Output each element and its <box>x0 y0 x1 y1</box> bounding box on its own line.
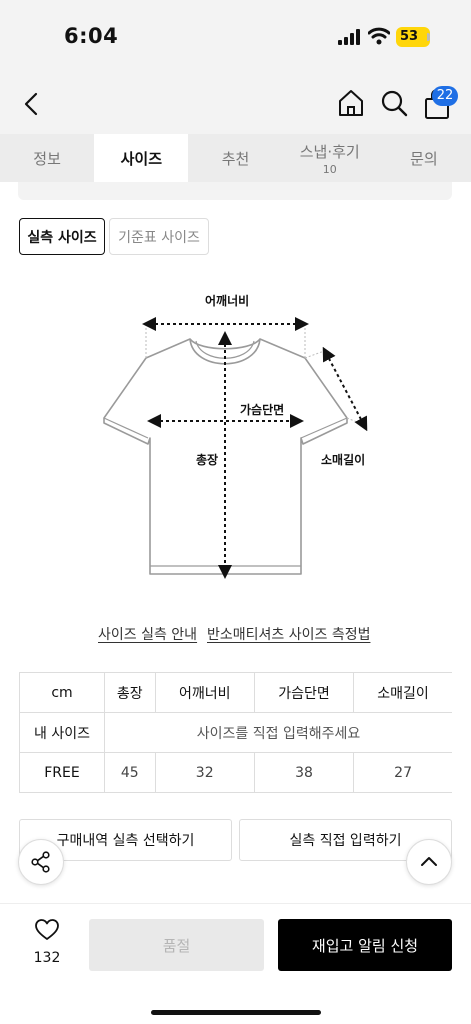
share-button[interactable] <box>18 839 64 885</box>
bottom-purchase-bar: 132 품절 재입고 알림 신청 <box>0 903 471 1024</box>
search-icon[interactable] <box>380 88 408 118</box>
status-time: 6:04 <box>64 24 119 48</box>
heart-icon <box>35 919 59 940</box>
tab-label: 문의 <box>410 149 438 168</box>
standard-size-toggle[interactable]: 기준표 사이즈 <box>109 218 209 255</box>
column-header: 가슴단면 <box>253 672 354 713</box>
chest-width-label: 가슴단면 <box>240 403 285 417</box>
column-header: 소매길이 <box>353 672 452 713</box>
review-count: 10 <box>322 162 337 176</box>
table-cell: 45 <box>104 752 156 793</box>
tshirt-measurement-diagram: 어깨너비 가슴단면 총장 소매길이 <box>95 280 385 590</box>
size-table: cm 총장 어깨너비 가슴단면 소매길이 내 사이즈 사이즈를 직접 입력해주세… <box>19 672 452 793</box>
top-navigation <box>0 72 471 134</box>
my-size-row: 내 사이즈 사이즈를 직접 입력해주세요 <box>19 712 452 753</box>
share-icon <box>31 851 50 873</box>
tshirt-illustration <box>103 317 368 579</box>
home-icon[interactable] <box>336 88 366 118</box>
table-cell: 27 <box>353 752 452 793</box>
like-count: 132 <box>33 950 61 966</box>
column-header: 어깨너비 <box>154 672 255 713</box>
battery-icon: 53 <box>396 27 430 47</box>
status-bar: 6:04 53 <box>0 0 471 72</box>
column-header: 총장 <box>104 672 156 713</box>
tab-recommend[interactable]: 추천 <box>188 134 282 182</box>
tab-label: 추천 <box>221 149 250 168</box>
shoulder-width-label: 어깨너비 <box>205 294 250 308</box>
tab-size[interactable]: 사이즈 <box>94 134 189 182</box>
table-row: FREE 45 32 38 27 <box>19 752 452 793</box>
table-cell: 38 <box>253 752 354 793</box>
product-tabs: 정보 사이즈 추천 스냅·후기 10 문의 <box>0 134 471 182</box>
tab-inquiry[interactable]: 문의 <box>377 134 471 182</box>
tab-label: 스냅·후기 <box>299 142 360 161</box>
table-header-row: cm 총장 어깨너비 가슴단면 소매길이 <box>19 672 452 713</box>
size-name: FREE <box>19 752 105 793</box>
table-cell: 32 <box>154 752 255 793</box>
tab-label: 사이즈 <box>120 149 162 168</box>
measure-method-link[interactable]: 반소매티셔츠 사이즈 측정법 <box>207 624 370 644</box>
size-guide-link[interactable]: 사이즈 실측 안내 <box>98 624 197 644</box>
total-length-label: 총장 <box>196 453 219 467</box>
section-divider <box>18 182 452 200</box>
restock-alert-button[interactable]: 재입고 알림 신청 <box>278 919 452 971</box>
tab-label: 정보 <box>33 149 61 168</box>
wifi-icon <box>368 27 390 45</box>
cellular-signal-icon <box>338 29 360 45</box>
back-chevron-icon[interactable] <box>20 90 42 118</box>
my-size-label: 내 사이즈 <box>19 712 105 753</box>
scroll-to-top-button[interactable] <box>406 839 452 885</box>
chevron-up-icon <box>421 857 437 866</box>
like-button[interactable]: 132 <box>24 918 70 966</box>
unit-cell: cm <box>19 672 105 713</box>
battery-cap <box>427 33 430 41</box>
soldout-button: 품절 <box>89 919 264 971</box>
actual-size-toggle[interactable]: 실측 사이즈 <box>19 218 105 255</box>
cart-count-badge: 22 <box>432 86 458 106</box>
tab-info[interactable]: 정보 <box>0 134 94 182</box>
home-indicator <box>151 1010 321 1015</box>
tab-snap-review[interactable]: 스냅·후기 10 <box>283 134 377 182</box>
my-size-input-prompt[interactable]: 사이즈를 직접 입력해주세요 <box>104 712 452 753</box>
sleeve-length-label: 소매길이 <box>321 453 366 467</box>
